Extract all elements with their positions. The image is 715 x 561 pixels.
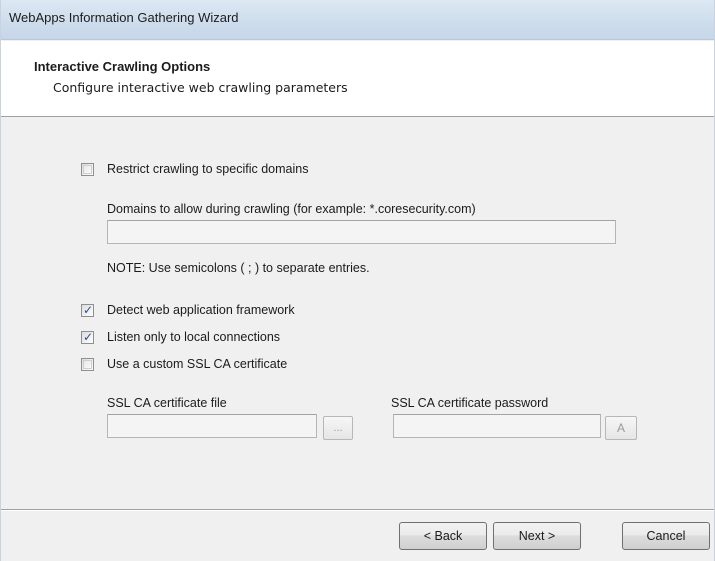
checkbox-inner — [83, 165, 92, 174]
options-panel: Restrict crawling to specific domains Do… — [1, 120, 714, 480]
wizard-header: Interactive Crawling Options Configure i… — [1, 41, 714, 117]
back-button[interactable]: < Back — [399, 522, 487, 550]
browse-button[interactable]: ... — [323, 416, 353, 440]
title-bar: WebApps Information Gathering Wizard — [1, 0, 714, 40]
check-mark-icon: ✓ — [83, 330, 94, 344]
next-button[interactable]: Next > — [493, 522, 581, 550]
listen-local-checkbox[interactable]: ✓ — [81, 330, 94, 344]
restrict-domains-checkbox[interactable] — [81, 163, 94, 176]
ssl-password-input[interactable] — [393, 414, 601, 438]
checkbox-inner — [83, 360, 92, 369]
detect-framework-checkbox[interactable]: ✓ — [81, 303, 94, 317]
ssl-password-label: SSL CA certificate password — [391, 396, 549, 410]
detect-framework-label[interactable]: Detect web application framework — [107, 303, 295, 317]
check-mark-icon: ✓ — [83, 303, 94, 317]
ssl-file-input[interactable] — [107, 414, 317, 438]
wizard-window: WebApps Information Gathering Wizard Int… — [0, 0, 715, 561]
page-title: Interactive Crawling Options — [34, 59, 211, 74]
custom-ssl-label[interactable]: Use a custom SSL CA certificate — [107, 357, 287, 371]
domains-field-label: Domains to allow during crawling (for ex… — [107, 202, 476, 216]
restrict-domains-label[interactable]: Restrict crawling to specific domains — [107, 162, 308, 176]
domains-input[interactable] — [107, 220, 616, 244]
listen-local-label[interactable]: Listen only to local connections — [107, 330, 280, 344]
page-subtitle: Configure interactive web crawling param… — [53, 80, 348, 95]
show-password-button[interactable]: A — [605, 416, 637, 440]
ssl-file-label: SSL CA certificate file — [107, 396, 227, 410]
custom-ssl-checkbox[interactable] — [81, 358, 94, 371]
footer-divider-highlight — [1, 510, 714, 511]
window-title: WebApps Information Gathering Wizard — [9, 10, 239, 25]
cancel-button[interactable]: Cancel — [622, 522, 710, 550]
semicolon-note: NOTE: Use semicolons ( ; ) to separate e… — [107, 261, 370, 275]
